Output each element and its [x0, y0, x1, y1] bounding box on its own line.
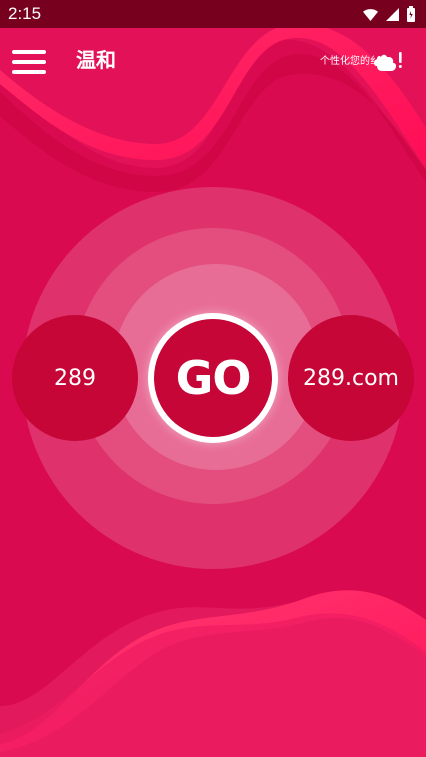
signal-icon	[385, 7, 400, 22]
right-site-button[interactable]: 289.com	[288, 315, 414, 441]
battery-icon	[406, 5, 416, 23]
status-icons	[362, 5, 416, 23]
screen: 2:15 温和 个性化您的纟 289 GO 289.com	[0, 0, 426, 757]
left-site-button[interactable]: 289	[12, 315, 138, 441]
status-time: 2:15	[8, 4, 42, 23]
hamburger-menu-icon-line-2	[12, 60, 46, 64]
personalize-banner[interactable]: 个性化您的纟	[320, 51, 404, 73]
status-bar: 2:15	[0, 0, 426, 28]
wifi-icon	[362, 7, 379, 22]
go-button[interactable]: GO	[154, 319, 272, 437]
puzzle-alert-icon	[370, 50, 404, 74]
menu-button[interactable]	[12, 48, 46, 76]
app-title: 温和	[76, 50, 116, 72]
hamburger-menu-icon-line-3	[12, 70, 46, 74]
hamburger-menu-icon-line-1	[12, 50, 46, 54]
